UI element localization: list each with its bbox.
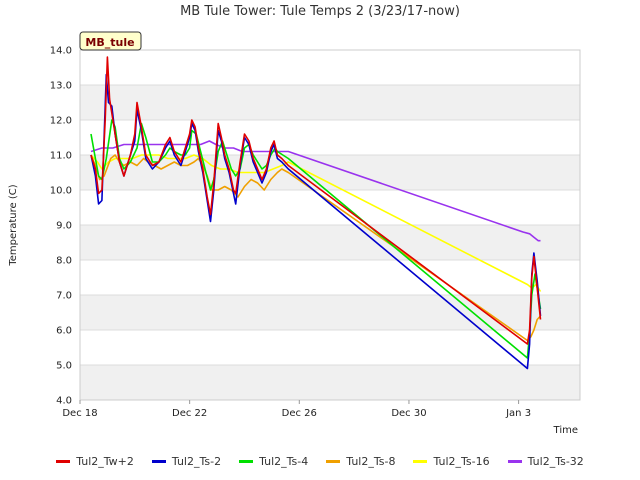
legend-swatch — [413, 459, 428, 463]
grid-band — [80, 155, 580, 190]
y-tick-label: 10.0 — [50, 186, 72, 197]
legend-item: Tul2_Ts-2 — [151, 452, 222, 470]
y-tick-label: 8.0 — [56, 256, 72, 267]
chart: MB Tule Tower: Tule Temps 2 (3/23/17-now… — [8, 4, 581, 436]
y-tick-label: 6.0 — [56, 326, 72, 337]
x-tick-label: Dec 22 — [172, 408, 207, 419]
y-axis-label: Temperature (C) — [8, 184, 19, 266]
legend-item: Tul2_Tw+2 — [56, 452, 134, 470]
y-tick-label: 13.0 — [50, 81, 72, 92]
y-tick-label: 7.0 — [56, 291, 72, 302]
grid-band — [80, 365, 580, 400]
y-tick-label: 4.0 — [56, 396, 72, 407]
annotation-label: MB_tule — [85, 36, 134, 49]
y-tick-label: 12.0 — [50, 116, 72, 127]
legend-label: Tul2_Ts-4 — [259, 454, 309, 468]
legend-swatch — [151, 459, 166, 463]
x-tick-label: Dec 30 — [391, 408, 426, 419]
y-tick-label: 11.0 — [50, 151, 72, 162]
legend-swatch — [507, 459, 522, 463]
y-tick-label: 5.0 — [56, 361, 72, 372]
legend-swatch — [326, 459, 341, 463]
legend: Tul2_Tw+2 Tul2_Ts-2 Tul2_Ts-4 Tul2_Ts-8 Tul2… — [0, 452, 640, 470]
x-tick-label: Jan 3 — [505, 408, 531, 419]
legend-item: Tul2_Ts-8 — [326, 452, 395, 470]
x-tick-label: Dec 18 — [62, 408, 97, 419]
legend-item: Tul2_Ts-16 — [413, 452, 490, 470]
chart-title: MB Tule Tower: Tule Temps 2 (3/23/17-now… — [180, 4, 460, 19]
y-tick-label: 14.0 — [50, 46, 72, 57]
grid-band — [80, 85, 580, 120]
x-axis-label: Time — [553, 425, 578, 436]
legend-swatch — [239, 459, 254, 463]
legend-label: Tul2_Ts-2 — [171, 454, 222, 468]
y-axis-ticks: 4.0 5.0 6.0 7.0 8.0 9.0 10.0 11.0 12.0 13.0 14.0 — [50, 46, 72, 407]
legend-label: Tul2_Tw+2 — [76, 454, 134, 468]
legend-item: Tul2_Ts-4 — [239, 452, 308, 470]
legend-label: Tul2_Ts-16 — [433, 454, 490, 468]
legend-label: Tul2_Ts-8 — [346, 454, 396, 468]
annotation-box: MB_tule — [79, 31, 142, 51]
x-tick-label: Dec 26 — [282, 408, 317, 419]
grid-band — [80, 225, 580, 260]
x-axis-ticks: Dec 18 Dec 22 Dec 26 Dec 30 Jan 3 — [62, 400, 531, 419]
legend-swatch — [56, 459, 71, 463]
legend-label: Tul2_Ts-32 — [527, 454, 584, 468]
y-tick-label: 9.0 — [56, 221, 72, 232]
legend-item: Tul2_Ts-32 — [507, 452, 584, 470]
